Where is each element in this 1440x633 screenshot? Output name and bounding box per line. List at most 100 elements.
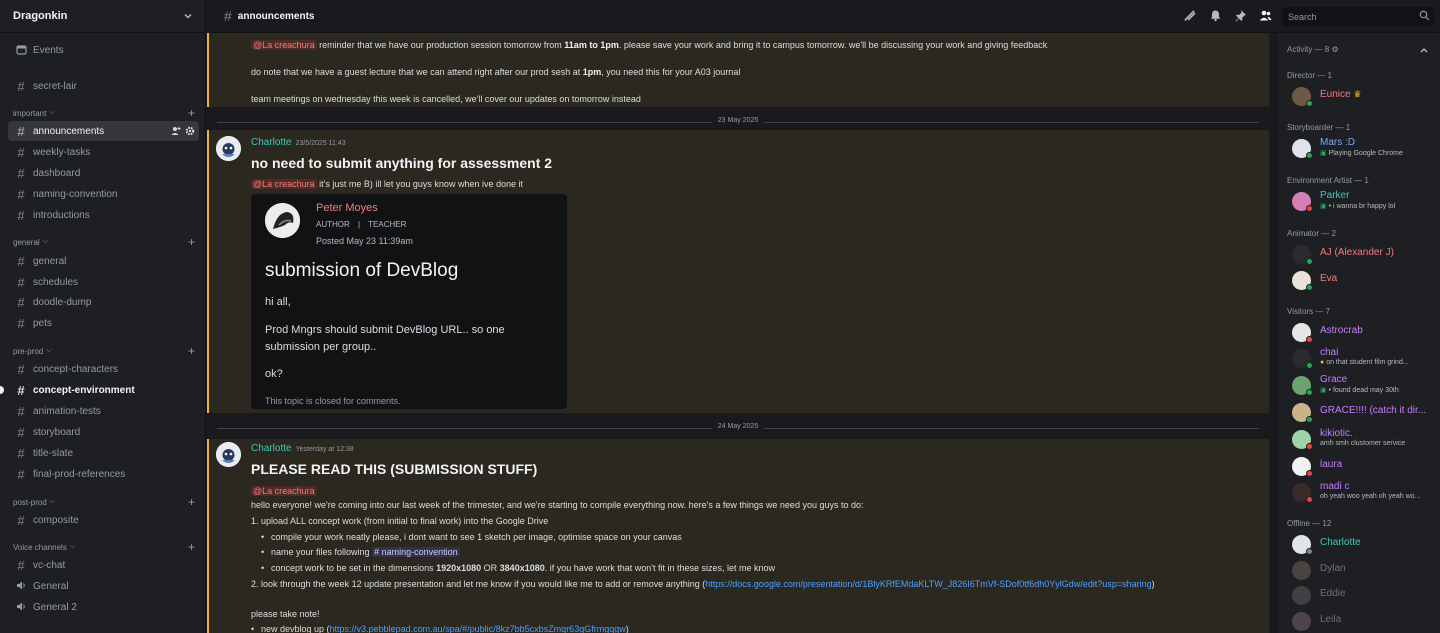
channel-final-prod-references[interactable]: # final-prod-references [8,464,199,484]
channel-introductions[interactable]: # introductions [8,205,199,225]
embed-author-role: AUTHOR | TEACHER [316,220,406,229]
channel-vc-chat[interactable]: # vc-chat [8,555,199,575]
avatar[interactable] [216,442,241,467]
activity-header[interactable]: Activity — 8 ⚙ [1287,45,1339,54]
channel-animation-tests[interactable]: # animation-tests [8,401,199,421]
category-post-prod[interactable]: post-prod ⌵ + [13,495,195,509]
channel-weekly-tasks[interactable]: # weekly-tasks [8,142,199,162]
hash-icon: # [17,403,25,419]
member-leila[interactable]: Leila [1292,610,1436,632]
channel-schedules[interactable]: # schedules [8,272,199,292]
member-name: Dylan [1320,563,1346,574]
member-charlotte[interactable]: Charlotte [1292,533,1436,555]
member-grace-2[interactable]: GRACE!!!! (catch it dir... [1292,401,1436,423]
gamepad-icon: ▣ [1320,203,1327,210]
avatar [1292,561,1311,580]
role-mention[interactable]: @La creachura [251,40,317,50]
channel-concept-characters[interactable]: # concept-characters [8,359,199,379]
member-laura[interactable]: laura [1292,455,1436,477]
member-chai[interactable]: chai ● on that student film grind... [1292,347,1436,369]
bell-icon[interactable] [1209,9,1222,22]
voice-channel-general-2[interactable]: General 2 [8,597,199,617]
channel-composite[interactable]: # composite [8,510,199,530]
channel-secret-lair[interactable]: # secret-lair [8,76,199,96]
voice-channel-general[interactable]: General [8,576,199,596]
channel-pets[interactable]: # pets [8,313,199,333]
member-list-icon[interactable] [1259,9,1272,22]
member-name: Leila [1320,614,1342,625]
channel-dashboard[interactable]: # dashboard [8,163,199,183]
member-status: oh yeah woo yeah oh yeah wo... [1320,493,1421,500]
chevron-up-icon[interactable] [1420,47,1428,53]
add-channel-icon[interactable]: + [188,495,195,509]
member-name: chai [1320,347,1339,358]
add-channel-icon[interactable]: + [188,235,195,249]
timestamp: Yesterday at 12:38 [295,446,354,453]
message-sub-item: compile your work neatly please, i dont … [261,532,682,542]
author-name[interactable]: Charlotte [251,137,292,148]
member-eva[interactable]: Eva [1292,269,1436,291]
category-important[interactable]: important ⌵ + [13,106,195,120]
member-dylan[interactable]: Dylan [1292,559,1436,581]
channel-label: concept-characters [33,363,119,375]
search-input[interactable]: Search [1282,7,1434,26]
member-astrocrab[interactable]: Astrocrab [1292,321,1436,343]
embed-author-name[interactable]: Peter Moyes [316,202,378,214]
message-sub-item: new devblog up (https://v3.pebblepad.com… [251,624,629,633]
presentation-link[interactable]: https://docs.google.com/presentation/d/1… [705,579,1151,589]
add-member-icon[interactable] [171,126,181,136]
message-author[interactable]: Charlotte 23/5/2025 11:43 [251,137,346,148]
member-name: laura [1320,459,1343,470]
server-header[interactable]: Dragonkin [0,0,205,33]
member-kikiotic[interactable]: kikiotic. amh smh clustomer service [1292,428,1436,450]
hash-icon: # [17,123,25,139]
member-aj[interactable]: AJ (Alexander J) [1292,243,1436,265]
category-voice-channels[interactable]: Voice channels ⌵ + [13,540,195,554]
author-name[interactable]: Charlotte [251,443,292,454]
events-item[interactable]: Events [8,40,199,60]
channel-doodle-dump[interactable]: # doodle-dump [8,292,199,312]
channel-title: announcements [237,10,315,22]
channel-announcements[interactable]: # announcements [8,121,199,141]
threads-icon[interactable] [1184,9,1197,22]
gear-icon[interactable] [185,126,195,136]
channel-storyboard[interactable]: # storyboard [8,422,199,442]
channel-label: dashboard [33,167,81,179]
member-eddie[interactable]: Eddie [1292,584,1436,606]
member-name: Eddie [1320,588,1346,599]
pin-icon[interactable] [1234,9,1247,22]
emoji-icon: ● [1320,359,1325,366]
channel-general[interactable]: # general [8,251,199,271]
channel-title-slate[interactable]: # title-slate [8,443,199,463]
channel-label: animation-tests [33,405,101,417]
channel-naming-convention[interactable]: # naming-convention [8,184,199,204]
avatar[interactable] [216,136,241,161]
member-grace[interactable]: Grace ▣ • found dead may 30th [1292,374,1436,396]
speaker-icon [15,600,27,615]
text: it's just me B) ill let you guys know wh… [316,179,523,189]
category-general[interactable]: general ⌵ + [13,235,195,249]
member-eunice[interactable]: Eunice ♛ [1292,85,1436,107]
member-status: ▣ • i wanna br happy lol [1320,202,1395,210]
embed-title[interactable]: submission of DevBlog [265,260,458,282]
member-madi-c[interactable]: madi c oh yeah woo yeah oh yeah wo... [1292,481,1436,503]
add-channel-icon[interactable]: + [188,344,195,358]
gear-icon[interactable]: ⚙ [1331,45,1338,54]
add-channel-icon[interactable]: + [188,106,195,120]
channel-label: schedules [33,276,79,288]
channel-header: # announcements Search [207,0,1440,33]
role-mention[interactable]: @La creachura [251,486,317,496]
add-channel-icon[interactable]: + [188,540,195,554]
channel-concept-environment[interactable]: # concept-environment [8,380,199,400]
message-sub-item: name your files following # naming-conve… [261,547,460,557]
devblog-link[interactable]: https://v3.pebblepad.com.au/spa/#/public… [330,624,626,633]
hash-icon: # [17,424,25,440]
member-mars[interactable]: Mars :D ▣ Playing Google Chrome [1292,137,1436,159]
role-mention[interactable]: @La creachura [251,179,317,189]
member-parker[interactable]: Parker ▣ • i wanna br happy lol [1292,190,1436,212]
message-author[interactable]: Charlotte Yesterday at 12:38 [251,443,354,454]
avatar [1292,376,1313,396]
channel-mention[interactable]: # naming-convention [372,547,460,557]
category-pre-prod[interactable]: pre-prod ⌵ + [13,344,195,358]
text-bold: 1pm [582,67,602,77]
